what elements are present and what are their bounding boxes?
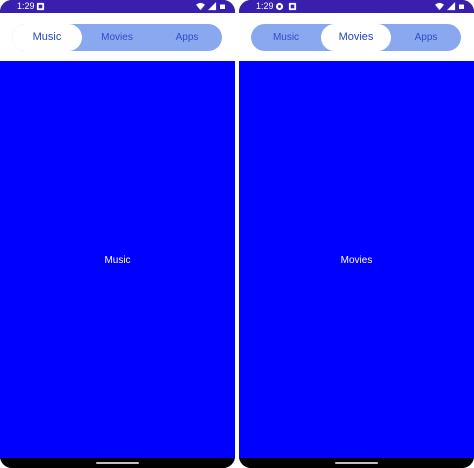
content-panel: Movies	[239, 61, 474, 458]
status-bar: 1:29	[239, 0, 474, 13]
wifi-icon	[196, 2, 205, 11]
home-gesture-handle[interactable]	[96, 462, 139, 464]
gear-icon	[275, 2, 284, 11]
signal-icon	[208, 2, 217, 11]
tab-music[interactable]: Music	[12, 24, 82, 51]
content-label: Music	[104, 255, 131, 266]
wifi-icon	[435, 2, 444, 11]
content-label: Movies	[340, 255, 373, 266]
status-time: 1:29	[17, 1, 35, 11]
tab-apps[interactable]: Apps	[391, 24, 461, 51]
status-time: 1:29	[256, 1, 274, 11]
navigation-bar	[239, 458, 474, 468]
navigation-bar	[0, 458, 235, 468]
toolbar: Music Movies Apps	[0, 13, 235, 61]
content-panel: Music	[0, 61, 235, 458]
phone-screen-left: 1:29 Music Movies Apps Music	[0, 0, 235, 468]
battery-icon	[459, 4, 464, 9]
toolbar: Music Movies Apps	[239, 13, 474, 61]
tab-movies[interactable]: Movies	[82, 24, 152, 51]
tab-movies[interactable]: Movies	[321, 24, 391, 51]
segmented-tab-control: Music Movies Apps	[251, 24, 461, 51]
signal-icon	[447, 2, 456, 11]
tab-music[interactable]: Music	[251, 24, 321, 51]
status-bar: 1:29	[0, 0, 235, 13]
home-gesture-handle[interactable]	[335, 462, 378, 464]
tab-apps[interactable]: Apps	[152, 24, 222, 51]
notification-icon	[36, 2, 45, 11]
segmented-tab-control: Music Movies Apps	[12, 24, 222, 51]
battery-icon	[220, 4, 225, 9]
notification-icon	[288, 2, 297, 11]
phone-screen-right: 1:29 Music Movies Apps Movies	[239, 0, 474, 468]
